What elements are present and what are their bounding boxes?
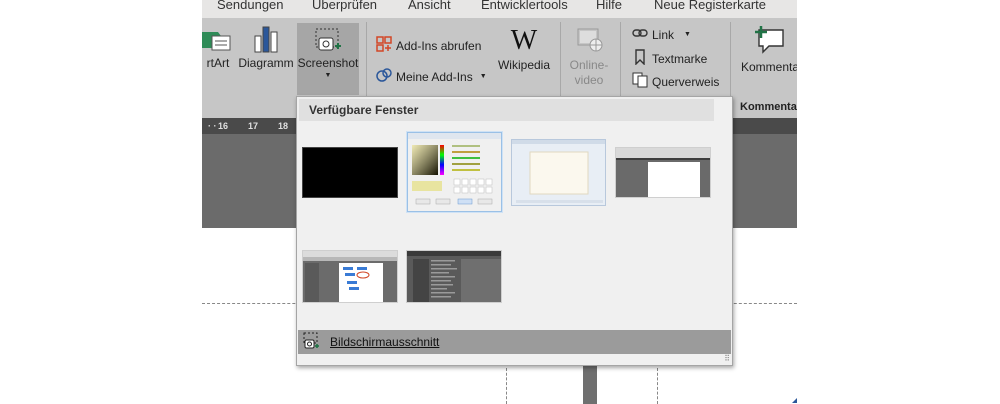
dropdown-header: Verfügbare Fenster — [299, 99, 714, 121]
querverweis-label: Querverweis — [652, 74, 720, 89]
ribbon-tab-bar: Sendungen Überprüfen Ansicht Entwicklert… — [202, 0, 797, 18]
addins-abrufen-button[interactable]: Add-Ins abrufen — [376, 36, 481, 55]
color-dialog-preview — [408, 133, 501, 205]
chart-icon — [236, 24, 296, 56]
kommentar-button[interactable]: Kommentar — [737, 24, 797, 90]
online-video-button[interactable]: Online- video — [564, 24, 614, 94]
ribbon-separator — [620, 22, 621, 96]
wikipedia-icon: W — [510, 25, 538, 56]
screenshot-button[interactable]: Screenshot ▼ — [297, 23, 359, 95]
window-thumbnail[interactable] — [407, 132, 502, 212]
kommentar-group-label: Kommentar — [740, 101, 797, 113]
textmarke-button[interactable]: Textmarke — [632, 49, 707, 68]
dark-window-preview — [407, 251, 501, 302]
addins-icon — [376, 67, 392, 86]
ruler-tick: 18 — [278, 121, 289, 131]
screen-clipping-icon — [302, 332, 320, 353]
window-thumbnail[interactable] — [302, 147, 398, 198]
ruler-tick: 17 — [248, 121, 259, 131]
comment-icon — [737, 24, 797, 60]
meine-addins-button[interactable]: Meine Add-Ins ▼ — [376, 67, 487, 86]
window-thumbnail[interactable] — [615, 147, 711, 198]
link-label: Link — [652, 27, 675, 42]
tab-entwicklertools[interactable]: Entwicklertools — [481, 0, 568, 11]
wikipedia-label: Wikipedia — [497, 58, 551, 72]
ruler-tick: 16 — [218, 121, 229, 131]
window-thumbnail[interactable] — [302, 250, 398, 303]
wikipedia-button[interactable]: W Wikipedia — [494, 24, 554, 90]
table-border — [657, 368, 658, 404]
tab-hilfe[interactable]: Hilfe — [596, 0, 622, 11]
ribbon-separator — [366, 22, 367, 96]
link-button[interactable]: Link ▼ — [632, 26, 691, 43]
screenshot-dropdown: Verfügbare Fenster Bildschirmausschnitt … — [296, 96, 733, 366]
resize-corner — [792, 397, 797, 403]
online-video-label-2: video — [574, 73, 604, 87]
online-video-label-1: Online- — [569, 58, 609, 72]
chevron-down-icon: ▼ — [479, 73, 487, 80]
blank-window-preview — [512, 140, 605, 203]
ribbon-separator — [560, 22, 561, 96]
bookmark-icon — [632, 49, 648, 68]
online-video-icon — [564, 24, 614, 58]
screen-clipping-button[interactable]: Bildschirmausschnitt — [298, 330, 731, 354]
window-thumbnail[interactable] — [406, 250, 502, 303]
smartart-button[interactable]: rtArt — [202, 24, 234, 90]
smartart-label: rtArt — [206, 56, 230, 70]
screenshot-label: Screenshot — [297, 56, 359, 70]
ribbon-separator — [730, 22, 731, 96]
cross-reference-icon — [632, 72, 648, 91]
document-shape — [583, 366, 597, 404]
tab-neue-registerkarte[interactable]: Neue Registerkarte — [654, 0, 766, 11]
store-icon — [376, 36, 392, 55]
tab-sendungen[interactable]: Sendungen — [217, 0, 284, 11]
meine-addins-label: Meine Add-Ins — [396, 69, 473, 84]
diagramm-button[interactable]: Diagramm — [236, 24, 296, 90]
kommentar-label: Kommentar — [741, 60, 797, 74]
querverweis-button[interactable]: Querverweis — [632, 72, 719, 91]
diagram-window-preview — [303, 251, 397, 302]
screenshot-icon — [297, 23, 359, 56]
resize-grip-icon[interactable]: ⠿ — [724, 354, 730, 363]
link-icon — [632, 26, 648, 43]
word-window-preview — [616, 148, 710, 197]
tab-ansicht[interactable]: Ansicht — [408, 0, 451, 11]
chevron-down-icon: ▼ — [324, 72, 332, 79]
window-thumbnail[interactable] — [511, 139, 606, 206]
textmarke-label: Textmarke — [652, 51, 708, 66]
diagramm-label: Diagramm — [238, 56, 294, 70]
ruler-dots: · · — [208, 121, 217, 131]
addins-abrufen-label: Add-Ins abrufen — [396, 38, 482, 53]
table-border — [506, 368, 507, 404]
screen-clipping-label: Bildschirmausschnitt — [330, 335, 440, 349]
smartart-icon — [202, 24, 234, 56]
tab-ueberpruefen[interactable]: Überprüfen — [312, 0, 377, 11]
chevron-down-icon: ▼ — [684, 31, 691, 38]
